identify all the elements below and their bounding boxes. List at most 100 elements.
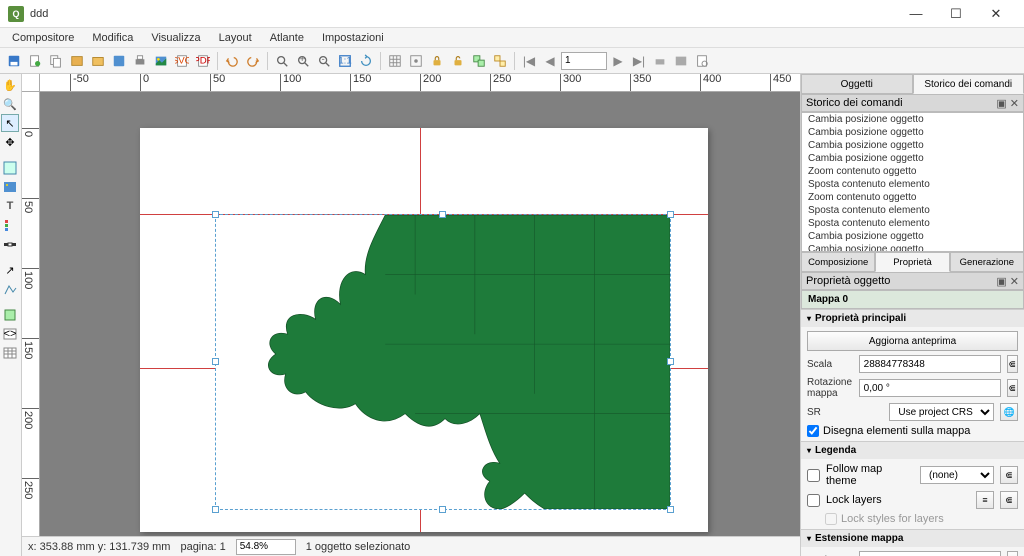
- add-legend-icon[interactable]: [1, 216, 19, 234]
- composer-manager-icon[interactable]: [67, 51, 87, 71]
- menu-visualizza[interactable]: Visualizza: [143, 30, 208, 46]
- xmin-input[interactable]: [859, 551, 1001, 556]
- pan-tool-icon[interactable]: ✋: [1, 76, 19, 94]
- add-nodes-icon[interactable]: [1, 280, 19, 298]
- section-main-props[interactable]: Proprietà principali: [801, 310, 1024, 327]
- history-item[interactable]: Cambia posizione oggetto: [802, 113, 1023, 126]
- data-defined-icon[interactable]: ⋐: [1007, 379, 1018, 397]
- rotation-input[interactable]: [859, 379, 1001, 397]
- open-template-icon[interactable]: [88, 51, 108, 71]
- close-panel-icon[interactable]: ✕: [1010, 275, 1019, 288]
- section-legend[interactable]: Legenda: [801, 442, 1024, 459]
- tab-storico[interactable]: Storico dei comandi: [913, 74, 1024, 94]
- save-icon[interactable]: [4, 51, 24, 71]
- export-svg-icon[interactable]: SVG: [172, 51, 192, 71]
- undock-icon[interactable]: ▣: [996, 275, 1006, 288]
- print-icon[interactable]: [130, 51, 150, 71]
- prev-page-icon[interactable]: ◀: [540, 51, 560, 71]
- tab-proprieta-oggetto[interactable]: Proprietà oggetto: [875, 252, 949, 272]
- maximize-button[interactable]: ☐: [936, 2, 976, 26]
- history-item[interactable]: Sposta contenuto elemento: [802, 178, 1023, 191]
- export-pdf-icon[interactable]: PDF: [193, 51, 213, 71]
- scale-input[interactable]: [859, 355, 1001, 373]
- group-icon[interactable]: [469, 51, 489, 71]
- data-defined-icon[interactable]: ⋐: [1000, 491, 1018, 509]
- next-page-icon[interactable]: ▶: [608, 51, 628, 71]
- add-html-icon[interactable]: <>: [1, 325, 19, 343]
- undock-icon[interactable]: ▣: [996, 97, 1006, 110]
- lock-layers-checkbox[interactable]: [807, 494, 820, 507]
- data-defined-icon[interactable]: ⋐: [1007, 551, 1018, 556]
- menu-layout[interactable]: Layout: [211, 30, 260, 46]
- tab-atlante[interactable]: Generazione atlante: [950, 252, 1024, 272]
- add-map-icon[interactable]: [1, 159, 19, 177]
- atlas-export-icon[interactable]: [671, 51, 691, 71]
- tab-oggetti[interactable]: Oggetti: [801, 74, 913, 94]
- ungroup-icon[interactable]: [490, 51, 510, 71]
- history-item[interactable]: Zoom contenuto oggetto: [802, 165, 1023, 178]
- first-page-icon[interactable]: |◀: [519, 51, 539, 71]
- add-arrow-icon[interactable]: ↗: [1, 261, 19, 279]
- refresh-icon[interactable]: [356, 51, 376, 71]
- tab-composizione[interactable]: Composizione: [801, 252, 875, 272]
- history-item[interactable]: Cambia posizione oggetto: [802, 230, 1023, 243]
- menu-impostazioni[interactable]: Impostazioni: [314, 30, 392, 46]
- add-image-icon[interactable]: [1, 178, 19, 196]
- data-defined-icon[interactable]: ⋐: [1007, 355, 1018, 373]
- grid-icon[interactable]: [385, 51, 405, 71]
- data-defined-icon[interactable]: ⋐: [1000, 466, 1018, 484]
- zoom-input[interactable]: [236, 539, 296, 555]
- unlock-icon[interactable]: [448, 51, 468, 71]
- add-label-icon[interactable]: T: [1, 197, 19, 215]
- minimize-button[interactable]: —: [896, 2, 936, 26]
- history-item[interactable]: Cambia posizione oggetto: [802, 243, 1023, 252]
- lock-icon[interactable]: [427, 51, 447, 71]
- last-page-icon[interactable]: ▶|: [629, 51, 649, 71]
- menu-compositore[interactable]: Compositore: [4, 30, 82, 46]
- add-table-icon[interactable]: [1, 344, 19, 362]
- close-panel-icon[interactable]: ✕: [1010, 97, 1019, 110]
- draw-items-checkbox[interactable]: [807, 425, 819, 437]
- history-item[interactable]: Zoom contenuto oggetto: [802, 191, 1023, 204]
- history-item[interactable]: Cambia posizione oggetto: [802, 126, 1023, 139]
- theme-select[interactable]: (none): [920, 466, 994, 484]
- undo-icon[interactable]: [222, 51, 242, 71]
- crs-picker-icon[interactable]: 🌐: [1000, 403, 1018, 421]
- add-shape-icon[interactable]: [1, 306, 19, 324]
- page-number-input[interactable]: [561, 52, 607, 70]
- layout-canvas[interactable]: [40, 92, 800, 536]
- close-button[interactable]: ✕: [976, 2, 1016, 26]
- duplicate-composer-icon[interactable]: [46, 51, 66, 71]
- save-template-icon[interactable]: [109, 51, 129, 71]
- select-tool-icon[interactable]: ↖: [1, 114, 19, 132]
- zoom-in-icon[interactable]: +: [293, 51, 313, 71]
- snap-grid-icon[interactable]: [406, 51, 426, 71]
- atlas-print-icon[interactable]: [650, 51, 670, 71]
- move-content-tool-icon[interactable]: ✥: [1, 133, 19, 151]
- zoom-tool-icon[interactable]: 🔍: [1, 95, 19, 113]
- history-item[interactable]: Cambia posizione oggetto: [802, 139, 1023, 152]
- crs-select[interactable]: Use project CRS: [889, 403, 994, 421]
- redo-icon[interactable]: [243, 51, 263, 71]
- menu-atlante[interactable]: Atlante: [262, 30, 312, 46]
- properties-scroll[interactable]: Proprietà principali Aggiorna anteprima …: [801, 309, 1024, 556]
- atlas-settings-icon[interactable]: [692, 51, 712, 71]
- follow-theme-checkbox[interactable]: [807, 469, 820, 482]
- zoom-actual-icon[interactable]: 1:1: [335, 51, 355, 71]
- update-preview-button[interactable]: Aggiorna anteprima: [807, 331, 1018, 351]
- history-list[interactable]: Cambia posizione oggetto Cambia posizion…: [801, 112, 1024, 252]
- vertical-ruler[interactable]: 0 50 100 150 200 250 300: [22, 92, 40, 536]
- section-extent[interactable]: Estensione mappa: [801, 530, 1024, 547]
- new-composer-icon[interactable]: [25, 51, 45, 71]
- map-item[interactable]: [215, 214, 671, 510]
- layers-picker-icon[interactable]: ≡: [976, 491, 994, 509]
- history-item[interactable]: Sposta contenuto elemento: [802, 217, 1023, 230]
- history-item[interactable]: Sposta contenuto elemento: [802, 204, 1023, 217]
- add-scalebar-icon[interactable]: [1, 235, 19, 253]
- export-image-icon[interactable]: [151, 51, 171, 71]
- history-item[interactable]: Cambia posizione oggetto: [802, 152, 1023, 165]
- horizontal-ruler[interactable]: -50 0 50 100 150 200 250 300 350 400 450: [40, 74, 800, 92]
- menu-modifica[interactable]: Modifica: [84, 30, 141, 46]
- zoom-full-icon[interactable]: [272, 51, 292, 71]
- zoom-out-icon[interactable]: -: [314, 51, 334, 71]
